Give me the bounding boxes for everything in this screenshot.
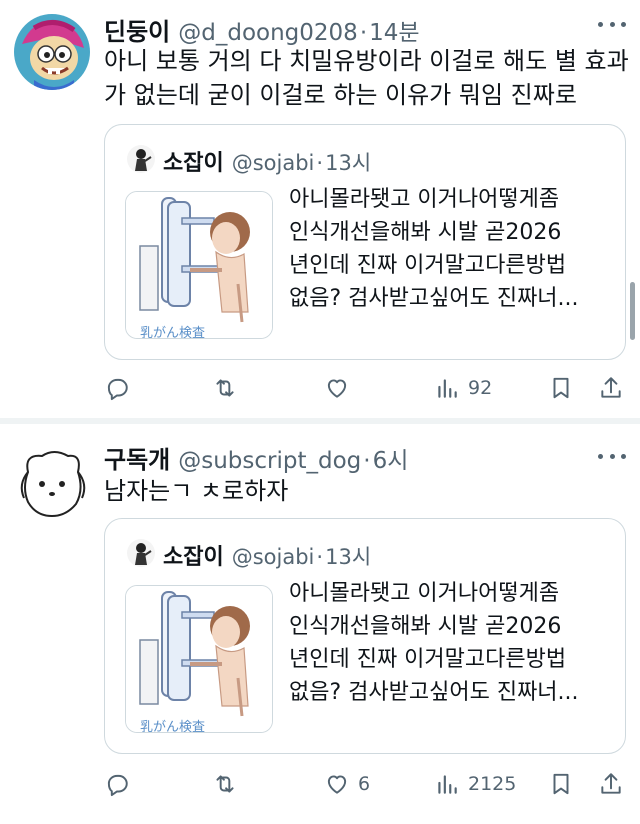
quote-author-name: 소잡이 [163,151,224,176]
heart-icon [327,775,347,794]
retweet-icon [216,775,234,793]
timestamp[interactable]: 14분 [369,13,419,47]
mammogram-illustration: 乳がん検査 [126,586,272,733]
share-icon [601,377,621,398]
separator-dot: · [363,448,371,474]
tweet-header: 구독개 @subscript_dog · 6시 [104,440,408,475]
quote-timestamp: 13시 [325,545,372,569]
quoted-tweet[interactable]: 소잡이 @sojabi · 13시 乳がん検査 아니몰라됏고 이거나어떻게좀 인… [104,518,626,754]
separator-dot: · [359,20,368,46]
quote-avatar[interactable] [127,145,155,173]
author-name[interactable]: 구독개 [104,440,170,475]
view-count: 92 [468,377,493,399]
quote-text-line: 아니몰라됏고 이거나어떻게좀 [289,187,560,212]
quote-media-thumbnail[interactable]: 乳がん検査 [125,191,273,339]
quote-text: 아니몰라됏고 이거나어떻게좀 인식개선을해봐 시발 곧2026 년인데 진짜 이… [289,183,579,315]
retweet-button[interactable] [212,768,246,800]
reply-icon [107,378,128,401]
tweet-text-line: 가 없는데 굳이 이걸로 하는 이유가 뭐임 진짜로 [104,81,577,109]
quote-text-line: 아니몰라됏고 이거나어떻게좀 [289,581,560,606]
tweet[interactable]: 구독개 @subscript_dog · 6시 남자는ㄱ ㅊ로하자 소잡이 @s… [0,424,640,824]
tweet[interactable]: 딘둥이 @d_doong0208 · 14분 아니 보통 거의 다 치밀유방이라… [0,0,640,418]
action-bar: 6 2125 [104,768,626,800]
author-handle[interactable]: @subscript_dog [178,448,361,474]
quote-avatar[interactable] [127,539,155,567]
action-bar: 92 [104,372,626,404]
author-handle[interactable]: @d_doong0208 [178,20,358,46]
views-bar-chart-icon [438,379,457,398]
like-count: 6 [358,773,371,795]
reply-button[interactable] [104,768,138,800]
more-options-button[interactable] [598,14,626,34]
heart-icon [327,379,347,398]
retweet-icon [216,379,234,397]
quote-text-line: 없음? 검사받고싶어도 진짜너... [289,286,579,311]
reply-icon [107,774,128,797]
quote-media-thumbnail[interactable]: 乳がん検査 [125,585,273,733]
quote-author-handle: @sojabi [231,151,315,175]
quote-text: 아니몰라됏고 이거나어떻게좀 인식개선을해봐 시발 곧2026 년인데 진짜 이… [289,577,579,709]
like-button[interactable]: 6 [324,768,370,800]
tweet-text: 아니 보통 거의 다 치밀유방이라 이걸로 해도 별 효과 가 없는데 굳이 이… [104,44,629,112]
bookmark-button[interactable] [548,372,574,404]
views-button[interactable]: 92 [434,372,492,404]
like-button[interactable] [324,372,358,404]
avatar[interactable] [14,14,90,90]
quoted-tweet[interactable]: 소잡이 @sojabi · 13시 乳がん検査 아니몰라됏고 이거나어떻게좀 인… [104,124,626,360]
bookmark-icon [553,773,569,795]
quote-author-name: 소잡이 [163,545,224,570]
mammogram-illustration: 乳がん検査 [126,192,272,339]
quote-text-line: 인식개선을해봐 시발 곧2026 [289,614,562,639]
media-caption: 乳がん検査 [140,720,205,733]
quote-header: 소잡이 @sojabi · 13시 [163,539,371,571]
share-button[interactable] [598,372,624,404]
share-icon [601,773,621,794]
bookmark-icon [553,377,569,399]
cartoon-avatar-icon [14,14,90,90]
timestamp[interactable]: 6시 [373,441,409,475]
separator-dot: · [316,545,324,569]
views-bar-chart-icon [438,775,457,794]
tweet-header: 딘둥이 @d_doong0208 · 14분 [104,12,420,47]
media-caption: 乳がん検査 [140,326,205,339]
share-button[interactable] [598,768,624,800]
tweet-text-line: 남자는ㄱ ㅊ로하자 [104,477,289,505]
quote-text-line: 년인데 진짜 이거말고다른방법 [289,647,567,672]
quote-timestamp: 13시 [325,151,372,175]
dog-doodle-avatar-icon [14,444,90,520]
tweet-text: 남자는ㄱ ㅊ로하자 [104,474,288,508]
view-count: 2125 [468,773,517,795]
separator-dot: · [316,151,324,175]
views-button[interactable]: 2125 [434,768,516,800]
quote-header: 소잡이 @sojabi · 13시 [163,145,371,177]
avatar[interactable] [14,444,90,520]
more-options-button[interactable] [598,446,626,466]
author-name[interactable]: 딘둥이 [104,12,170,47]
retweet-button[interactable] [212,372,246,404]
tweet-text-line: 아니 보통 거의 다 치밀유방이라 이걸로 해도 별 효과 [104,47,629,75]
quote-text-line: 년인데 진짜 이거말고다른방법 [289,253,567,278]
quote-text-line: 인식개선을해봐 시발 곧2026 [289,220,562,245]
quote-avatar-icon [127,539,155,567]
quote-author-handle: @sojabi [231,545,315,569]
quote-text-line: 없음? 검사받고싶어도 진짜너... [289,680,579,705]
more-horizontal-icon [598,21,603,27]
reply-button[interactable] [104,372,138,404]
more-horizontal-icon [598,453,603,459]
scrollbar[interactable] [630,282,635,340]
quote-avatar-icon [127,145,155,173]
bookmark-button[interactable] [548,768,574,800]
